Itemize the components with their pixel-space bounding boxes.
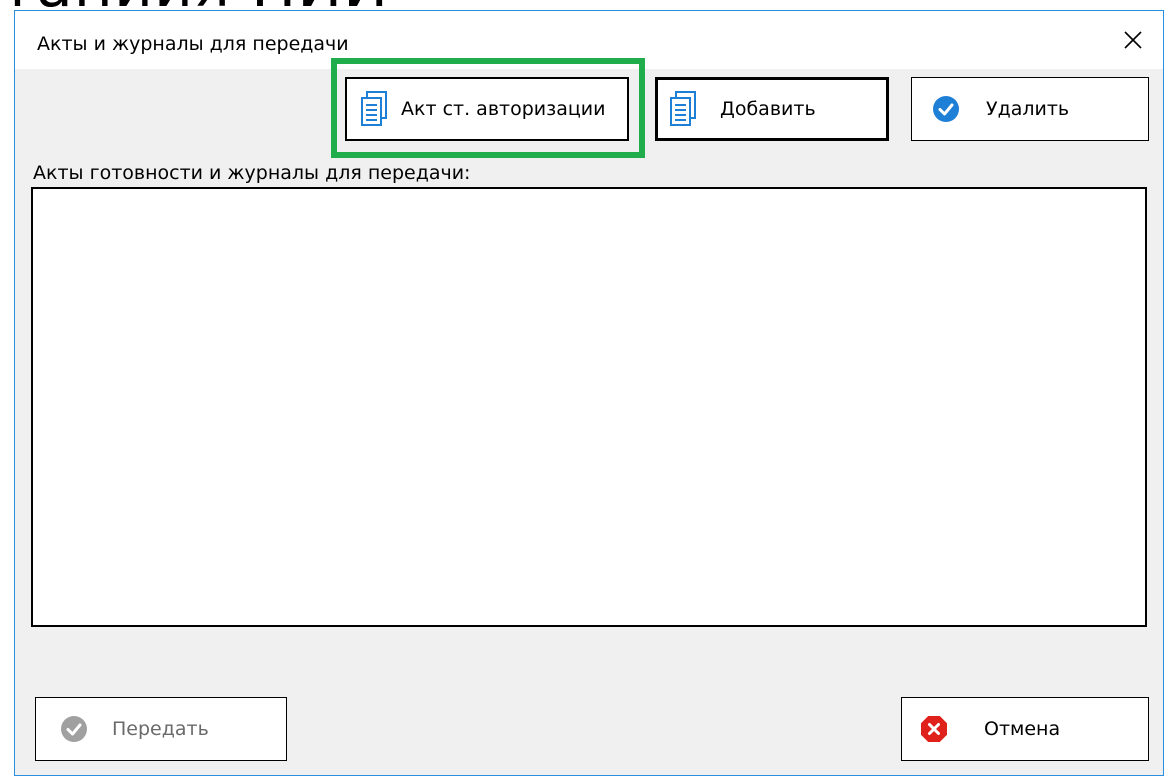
document-icon [670, 91, 696, 127]
cancel-icon [920, 715, 948, 743]
add-label: Добавить [720, 98, 816, 120]
send-label: Передать [112, 718, 209, 740]
dialog-window: Акты и журналы для передачи Акт ст. авто… [14, 10, 1164, 776]
check-circle-icon [932, 95, 960, 123]
check-circle-icon [60, 715, 88, 743]
highlight-frame [331, 58, 645, 158]
close-icon [1124, 31, 1142, 49]
delete-button[interactable]: Удалить [911, 77, 1149, 141]
acts-list[interactable] [31, 187, 1147, 627]
delete-label: Удалить [986, 98, 1070, 120]
list-label: Акты готовности и журналы для передачи: [33, 162, 471, 184]
window-title: Акты и журналы для передачи [37, 33, 349, 55]
send-button[interactable]: Передать [35, 697, 287, 761]
close-button[interactable] [1103, 11, 1163, 69]
cancel-button[interactable]: Отмена [901, 697, 1149, 761]
add-button[interactable]: Добавить [655, 77, 889, 141]
cancel-label: Отмена [984, 718, 1061, 740]
